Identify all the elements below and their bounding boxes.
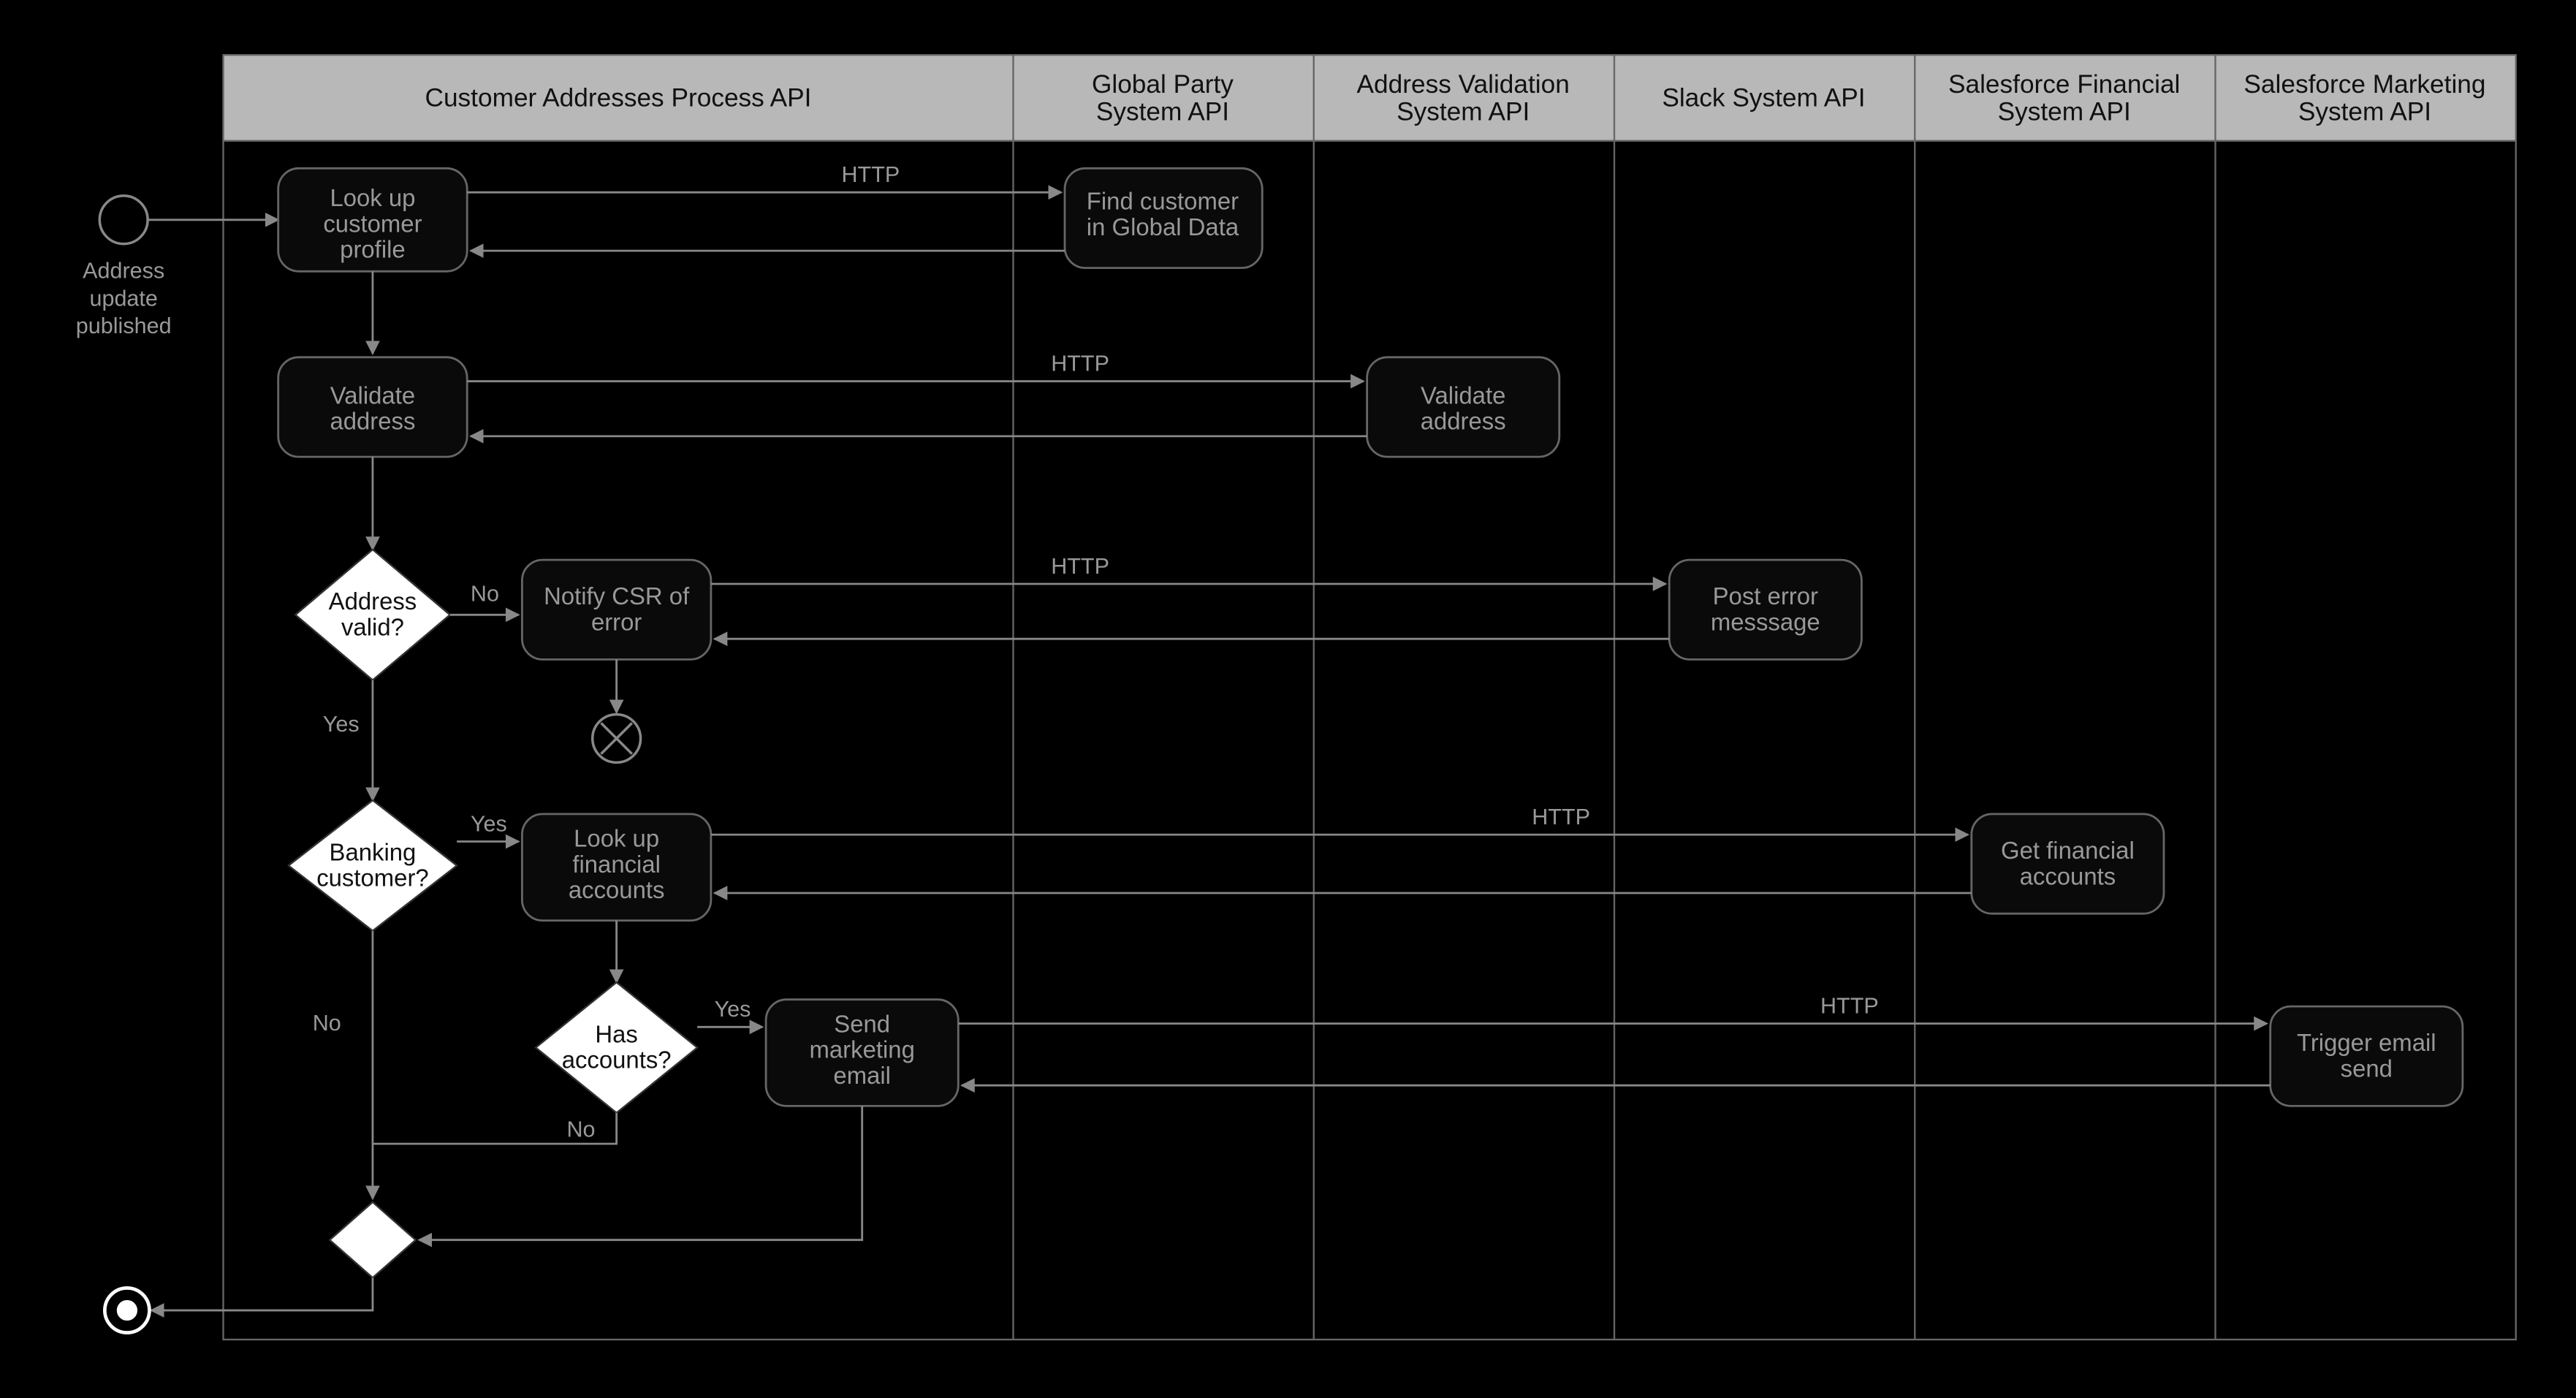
start-event: Addressupdatepublished Address update pu…: [0, 0, 172, 338]
svg-text:Addressupdatepublished: Addressupdatepublished: [76, 259, 172, 338]
svg-text:Addressvalid?: Addressvalid?: [329, 588, 417, 640]
edge-sendemail-out-label: HTTP: [1820, 994, 1879, 1019]
edge-lookupfin-out-label: HTTP: [1532, 805, 1590, 829]
edge-addrvalid-yes-label: Yes: [323, 712, 360, 737]
edge-hasacc-no-label: No: [566, 1117, 595, 1142]
edge-banking-no-label: No: [313, 1011, 341, 1036]
merge-diamond: [330, 1202, 416, 1277]
lane-header-4a: Salesforce Financial: [1948, 70, 2180, 99]
edge-lookup-find-label: HTTP: [842, 162, 900, 187]
svg-text:Bankingcustomer?: Bankingcustomer?: [316, 838, 428, 891]
activity-diagram: Customer Addresses Process API Global Pa…: [0, 0, 2576, 1391]
node-send-email: Sendmarketingemail Send marketing email: [0, 0, 958, 1106]
svg-text:Validateaddress: Validateaddress: [330, 381, 415, 434]
svg-text:Look upfinancialaccounts: Look upfinancialaccounts: [569, 825, 665, 904]
svg-text:Find customerin Global Data: Find customerin Global Data: [1087, 188, 1239, 240]
lane-header-0: Customer Addresses Process API: [425, 84, 812, 113]
edge-banking-yes-label: Yes: [471, 811, 507, 836]
svg-text:Global PartySystem API: Global PartySystem API: [1092, 70, 1234, 126]
edge-merge-end: [151, 1277, 373, 1310]
lane-header-2a: Address Validation: [1357, 70, 1570, 99]
end-event: [105, 1288, 149, 1333]
terminate-event: [593, 715, 641, 763]
edge-validate-out-label: HTTP: [1051, 352, 1109, 376]
svg-text:Get financialaccounts: Get financialaccounts: [2001, 837, 2135, 889]
swimlane-frame: Customer Addresses Process API Global Pa…: [224, 55, 2516, 1340]
svg-text:Validateaddress: Validateaddress: [1421, 381, 1506, 434]
lane-header-1a: Global Party: [1092, 70, 1234, 99]
svg-text:Post errormesssage: Post errormesssage: [1711, 582, 1820, 635]
edge-notify-slack-label: HTTP: [1051, 554, 1109, 579]
lane-header-3: Slack System API: [1662, 84, 1865, 113]
edge-hasacc-yes-label: Yes: [715, 997, 751, 1022]
edge-addrvalid-no-label: No: [471, 581, 499, 606]
decision-has-accounts: Hasaccounts? Has accounts?: [0, 0, 697, 1113]
edge-sendemail-merge: [419, 1106, 862, 1239]
lane-header-5a: Salesforce Marketing: [2243, 70, 2485, 99]
